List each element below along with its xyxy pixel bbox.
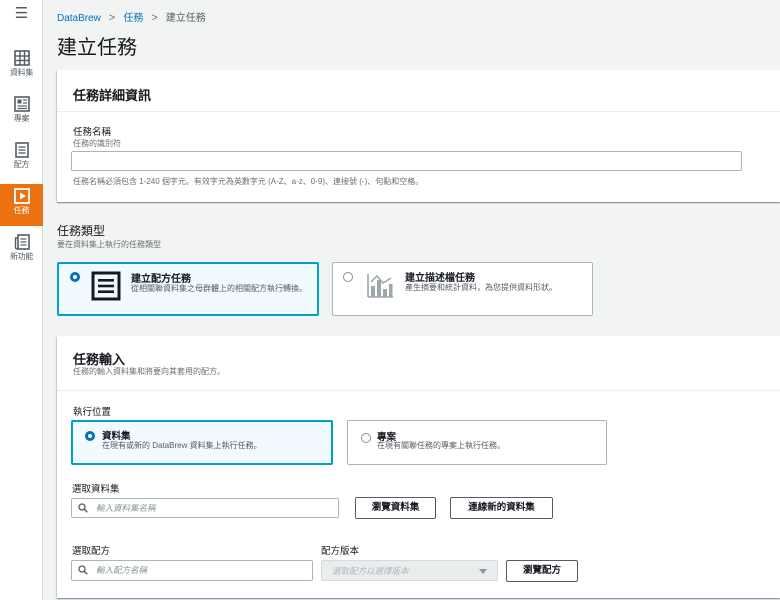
sidebar-item-label: 任務 — [13, 206, 30, 215]
run-on-dataset-desc: 在現有或新的 DataBrew 資料集上執行任務。 — [102, 441, 262, 450]
sidebar-item-label: 專案 — [13, 114, 30, 123]
recipe-version-select: 選取配方以選擇版本 — [321, 560, 498, 581]
run-on-project-radio[interactable] — [361, 433, 371, 443]
job-input-card: 任務輸入 任務的輸入資料集和將要向其套用的配方。 執行位置 資料集 在現有或新的… — [57, 336, 780, 598]
job-type-sublabel: 要在資料集上執行的任務類型 — [57, 240, 161, 249]
profile-job-option[interactable]: 建立描述檔任務 產生摘要和統計資料，為您提供資料形狀。 — [332, 262, 593, 316]
sidebar-nav: ☰ 資料集 專案 配方 任務 新功能 — [0, 0, 43, 600]
card-divider — [57, 390, 780, 391]
profile-job-title: 建立描述檔任務 — [405, 273, 475, 284]
recipe-list-icon — [91, 271, 121, 301]
recipe-version-label: 配方版本 — [321, 546, 360, 557]
run-on-project-desc: 在現有關聯任務的專案上執行任務。 — [377, 441, 505, 450]
sidebar-item-recipes[interactable]: 配方 — [0, 138, 43, 180]
recipe-job-title: 建立配方任務 — [131, 274, 191, 285]
sidebar-item-datasets[interactable]: 資料集 — [0, 46, 43, 88]
run-on-label: 執行位置 — [73, 407, 112, 418]
job-name-sublabel: 任務的識別符 — [73, 139, 121, 148]
card-divider — [57, 111, 780, 112]
run-on-dataset-radio[interactable] — [85, 431, 95, 441]
sidebar-item-whats-new[interactable]: 新功能 — [0, 230, 43, 272]
main-content: DataBrew > 任務 > 建立任務 建立任務 任務詳細資訊 任務名稱 任務的識別符… — [43, 0, 780, 600]
news-icon — [14, 234, 30, 250]
job-name-input[interactable] — [71, 151, 742, 171]
recipe-job-radio[interactable] — [70, 272, 80, 282]
sidebar-item-label: 配方 — [13, 160, 30, 169]
select-dataset-label: 選取資料集 — [72, 484, 120, 495]
breadcrumb-current: 建立任務 — [165, 13, 206, 24]
run-on-dataset-title: 資料集 — [102, 431, 131, 442]
recipe-version-placeholder: 選取配方以選擇版本 — [332, 566, 409, 576]
job-input-sublabel: 任務的輸入資料集和將要向其套用的配方。 — [73, 367, 225, 376]
sidebar-item-projects[interactable]: 專案 — [0, 92, 43, 134]
job-type-heading: 任務類型 — [57, 224, 106, 238]
sidebar-item-label: 新功能 — [9, 252, 34, 261]
job-name-hint: 任務名稱必須包含 1-240 個字元。有效字元為英數字元 (A-Z、a-z、0-… — [73, 177, 424, 186]
dataset-search-placeholder: 輸入資料集名稱 — [96, 503, 156, 513]
chevron-down-icon — [479, 569, 487, 574]
breadcrumb-jobs-link[interactable]: 任務 — [123, 13, 143, 24]
run-on-dataset-option[interactable]: 資料集 在現有或新的 DataBrew 資料集上執行任務。 — [71, 420, 333, 465]
connect-new-dataset-button[interactable]: 連線新的資料集 — [450, 497, 553, 519]
job-input-header: 任務輸入 — [73, 352, 126, 367]
profile-job-desc: 產生摘要和統計資料，為您提供資料形狀。 — [405, 283, 557, 292]
browse-datasets-button[interactable]: 瀏覽資料集 — [355, 497, 436, 519]
sidebar-item-jobs[interactable]: 任務 — [0, 184, 43, 226]
menu-icon[interactable]: ☰ — [0, 4, 43, 24]
job-details-card: 任務詳細資訊 任務名稱 任務的識別符 任務名稱必須包含 1-240 個字元。有效… — [57, 70, 780, 202]
list-icon — [14, 142, 29, 158]
breadcrumb-separator: > — [108, 12, 116, 24]
recipe-search-input[interactable]: 輸入配方名稱 — [71, 560, 313, 581]
run-on-project-option[interactable]: 專案 在現有關聯任務的專案上執行任務。 — [347, 420, 607, 465]
breadcrumb-separator: > — [151, 12, 158, 24]
search-icon — [78, 503, 88, 513]
profile-job-radio[interactable] — [343, 272, 353, 282]
table-icon — [13, 50, 30, 66]
browse-recipes-button[interactable]: 瀏覽配方 — [506, 560, 578, 582]
dataset-search-input[interactable]: 輸入資料集名稱 — [71, 498, 339, 518]
breadcrumb: DataBrew > 任務 > 建立任務 — [57, 9, 206, 24]
job-details-header: 任務詳細資訊 — [73, 88, 152, 103]
select-recipe-label: 選取配方 — [72, 546, 111, 557]
breadcrumb-databrew-link[interactable]: DataBrew — [57, 13, 101, 24]
recipe-search-placeholder: 輸入配方名稱 — [96, 565, 148, 575]
sidebar-item-label: 資料集 — [9, 68, 34, 77]
bar-chart-icon — [367, 274, 393, 298]
search-icon — [78, 565, 88, 575]
play-icon — [13, 188, 30, 204]
page-title: 建立任務 — [57, 37, 137, 59]
recipe-job-desc: 從相關聯資料集之母群體上的相關配方執行轉換。 — [131, 284, 307, 293]
grid-icon — [13, 96, 30, 112]
job-name-label: 任務名稱 — [73, 127, 112, 138]
recipe-job-option[interactable]: 建立配方任務 從相關聯資料集之母群體上的相關配方執行轉換。 — [57, 262, 319, 316]
